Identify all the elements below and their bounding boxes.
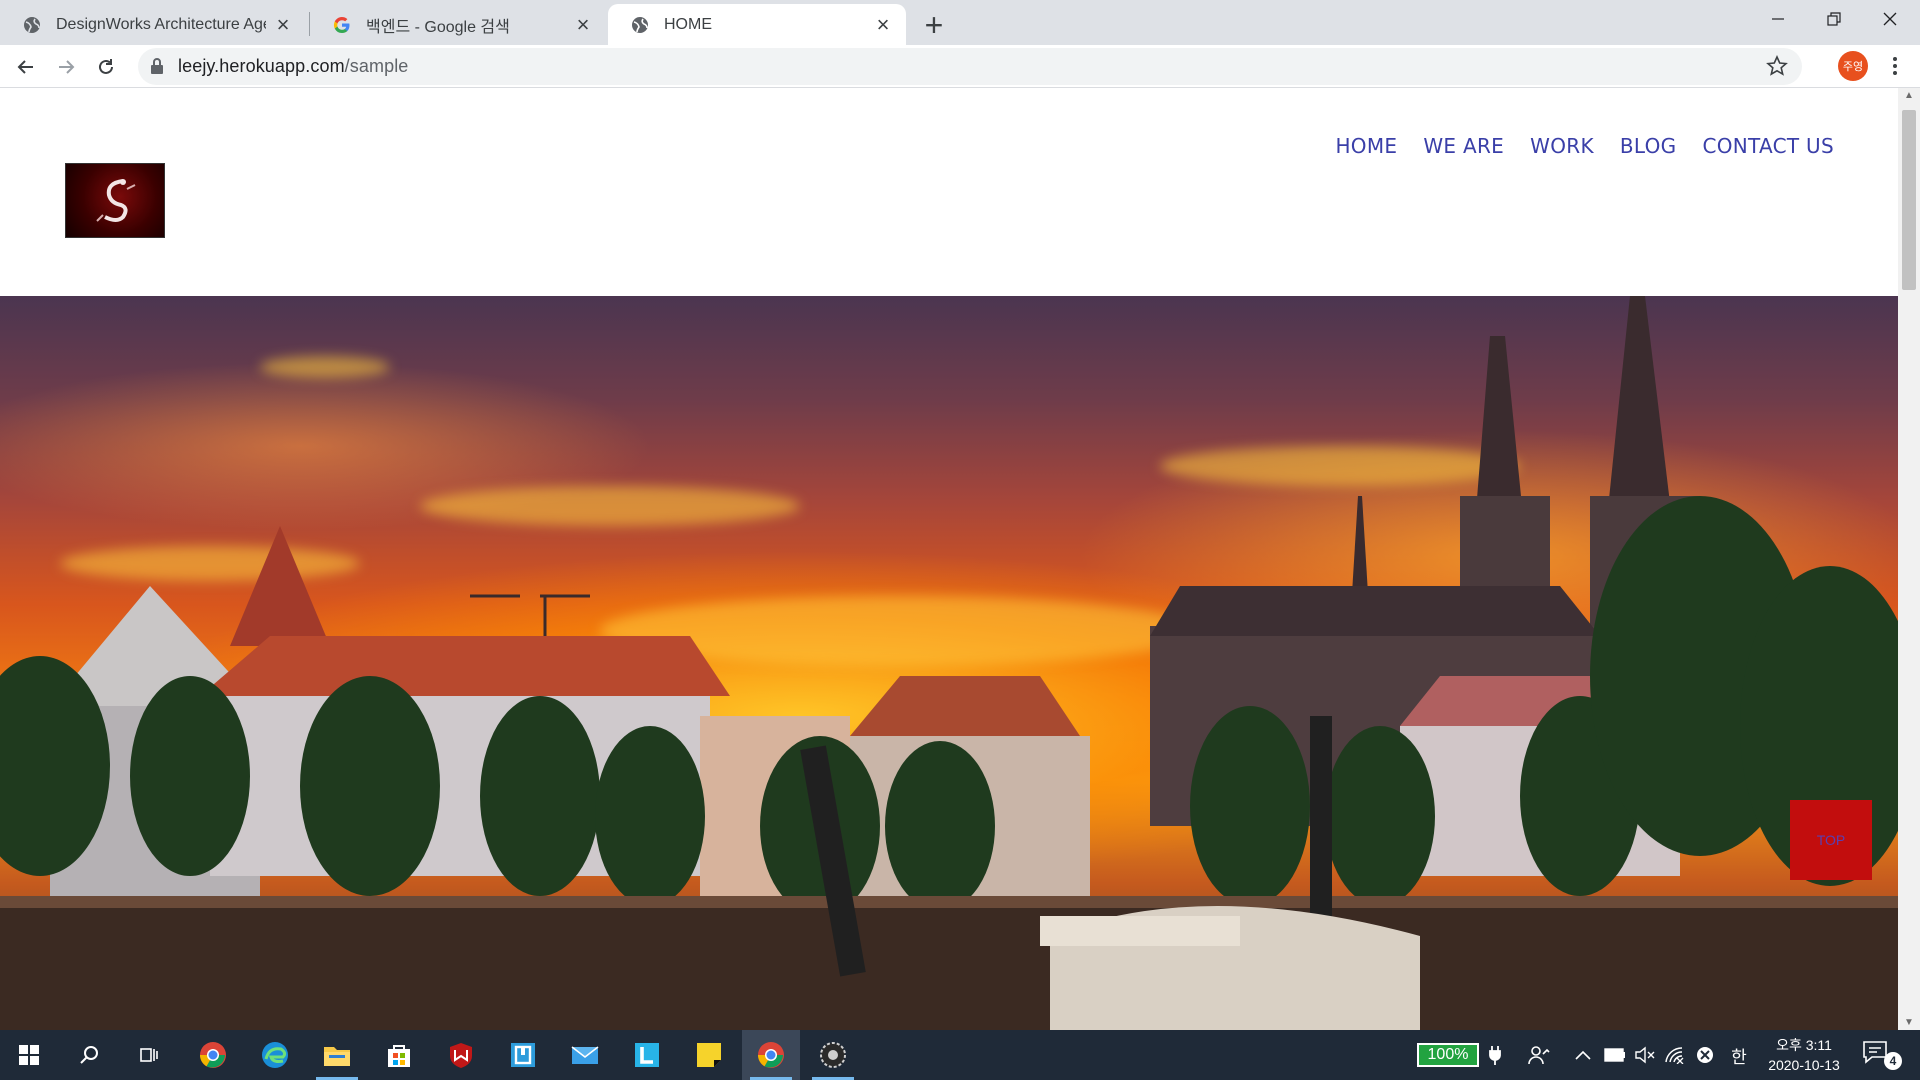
hero-image — [0, 296, 1898, 1030]
google-g-icon — [332, 15, 352, 35]
ime-indicator[interactable]: 한 — [1726, 1030, 1752, 1080]
chrome-icon — [757, 1042, 784, 1068]
close-icon[interactable]: × — [272, 12, 294, 37]
edge-icon — [262, 1042, 288, 1068]
start-button[interactable] — [0, 1030, 58, 1080]
clock-date: 2020-10-13 — [1768, 1057, 1840, 1073]
app-square-icon — [511, 1043, 535, 1067]
tab-google-search[interactable]: 백엔드 - Google 검색 × — [310, 4, 606, 45]
arrow-left-icon — [17, 60, 33, 74]
minimize-icon — [1772, 18, 1784, 20]
clock-time: 오후 3:11 — [1776, 1037, 1832, 1053]
forward-button[interactable] — [48, 49, 84, 85]
people-icon[interactable] — [1526, 1030, 1552, 1080]
windows-logo-icon — [19, 1045, 39, 1065]
folder-icon — [324, 1047, 350, 1066]
mcafee-shield-icon — [450, 1043, 472, 1068]
restore-button[interactable] — [1806, 0, 1862, 38]
scroll-to-top-button[interactable]: TOP — [1790, 800, 1872, 880]
task-view-button[interactable] — [120, 1030, 178, 1080]
close-window-button[interactable] — [1862, 0, 1918, 38]
l-app-icon — [635, 1043, 659, 1067]
menu-button[interactable] — [1880, 51, 1910, 81]
system-clock[interactable]: 오후 3:11 2020-10-13 — [1764, 1035, 1844, 1075]
chrome-icon — [199, 1042, 226, 1068]
reload-icon — [99, 59, 113, 74]
windows-taskbar: 100% 한 오후 3:11 2020-10-13 4 — [0, 1030, 1920, 1080]
sticky-notes-icon — [697, 1043, 721, 1067]
plug-icon[interactable] — [1484, 1030, 1506, 1080]
tab-designworks[interactable]: DesignWorks Architecture Agen × — [0, 4, 306, 45]
wifi-icon[interactable] — [1662, 1030, 1688, 1080]
tab-home[interactable]: HOME × — [608, 4, 906, 45]
scrollbar-thumb[interactable] — [1902, 110, 1916, 290]
taskbar-app-square[interactable] — [494, 1030, 552, 1080]
star-icon[interactable] — [1766, 55, 1788, 77]
arrow-right-icon — [59, 60, 75, 74]
main-nav: HOME WE ARE WORK BLOG CONTACT US — [1335, 134, 1834, 158]
kebab-menu-icon — [1893, 57, 1897, 75]
task-view-icon — [140, 1048, 158, 1062]
gear-icon — [820, 1042, 846, 1068]
page-viewport: HOME WE ARE WORK BLOG CONTACT US TOP — [0, 88, 1920, 1030]
globe-icon — [22, 15, 42, 35]
taskbar-mcafee[interactable] — [432, 1030, 490, 1080]
mail-icon — [571, 1046, 599, 1064]
battery-icon[interactable] — [1602, 1030, 1628, 1080]
search-button[interactable] — [60, 1030, 118, 1080]
new-tab-button[interactable]: + — [915, 6, 953, 44]
lock-icon — [151, 58, 163, 74]
taskbar-mail[interactable] — [556, 1030, 614, 1080]
volume-muted-icon[interactable] — [1632, 1030, 1658, 1080]
scroll-up-icon[interactable]: ▲ — [1904, 90, 1914, 101]
blocked-icon[interactable] — [1692, 1030, 1718, 1080]
site-header: HOME WE ARE WORK BLOG CONTACT US — [0, 88, 1898, 296]
browser-toolbar: leejy.herokuapp.com/sample 주영 — [0, 45, 1920, 88]
store-icon — [388, 1045, 410, 1067]
nav-blog[interactable]: BLOG — [1620, 134, 1677, 158]
profile-avatar[interactable]: 주영 — [1838, 51, 1868, 81]
taskbar-settings[interactable] — [804, 1030, 862, 1080]
restore-icon — [1827, 12, 1841, 26]
close-icon[interactable]: × — [572, 12, 594, 37]
url-text: leejy.herokuapp.com/sample — [178, 56, 409, 76]
taskbar-edge[interactable] — [246, 1030, 304, 1080]
nav-work[interactable]: WORK — [1530, 134, 1594, 158]
chevron-up-icon[interactable] — [1572, 1030, 1594, 1080]
search-icon — [80, 1046, 98, 1064]
tab-title: DesignWorks Architecture Agen — [56, 15, 266, 33]
globe-icon — [630, 15, 650, 35]
back-button[interactable] — [8, 49, 44, 85]
address-bar[interactable]: leejy.herokuapp.com/sample — [138, 48, 1802, 85]
taskbar-store[interactable] — [370, 1030, 428, 1080]
taskbar-sticky-notes[interactable] — [680, 1030, 738, 1080]
notification-count: 4 — [1884, 1052, 1902, 1070]
minimize-button[interactable] — [1750, 0, 1806, 38]
dragon-logo-icon — [96, 178, 136, 222]
taskbar-l-app[interactable] — [618, 1030, 676, 1080]
nav-home[interactable]: HOME — [1335, 134, 1397, 158]
reload-button[interactable] — [88, 49, 124, 85]
battery-indicator[interactable]: 100% — [1417, 1043, 1479, 1067]
tab-strip: DesignWorks Architecture Agen × 백엔드 - Go… — [0, 0, 1920, 45]
taskbar-file-explorer[interactable] — [308, 1030, 366, 1080]
vertical-scrollbar[interactable]: ▲ ▼ — [1898, 88, 1920, 1030]
city-skyline — [0, 296, 1898, 1030]
nav-contact-us[interactable]: CONTACT US — [1702, 134, 1834, 158]
nav-we-are[interactable]: WE ARE — [1423, 134, 1504, 158]
site-logo[interactable] — [65, 163, 165, 238]
tab-title: HOME — [664, 15, 712, 33]
taskbar-chrome[interactable] — [184, 1030, 242, 1080]
tab-title: 백엔드 - Google 검색 — [366, 18, 510, 36]
action-center-button[interactable]: 4 — [1862, 1040, 1902, 1070]
close-icon[interactable]: × — [872, 12, 894, 37]
taskbar-chrome-active[interactable] — [742, 1030, 800, 1080]
close-icon — [1883, 12, 1897, 26]
scroll-down-icon[interactable]: ▼ — [1904, 1017, 1914, 1028]
